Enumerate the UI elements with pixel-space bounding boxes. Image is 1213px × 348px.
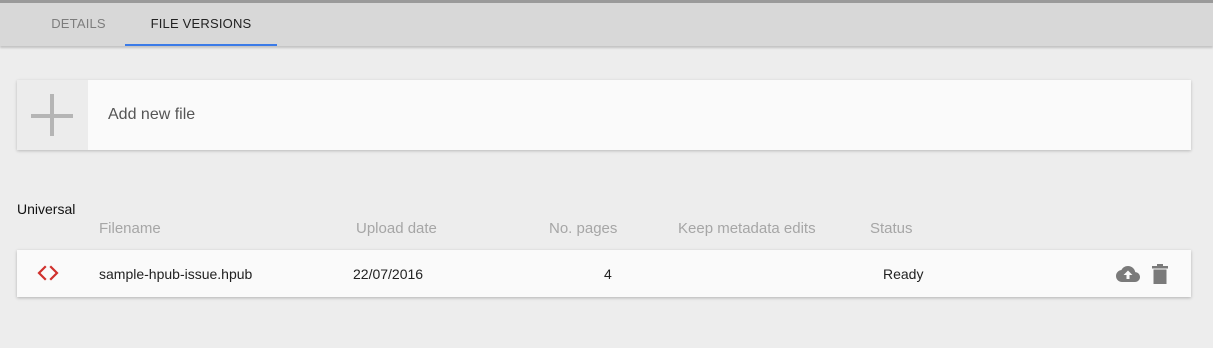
column-header-filename: Filename xyxy=(99,220,161,237)
plus-icon xyxy=(17,80,88,150)
column-header-status: Status xyxy=(870,220,913,237)
column-header-keep-metadata-edits: Keep metadata edits xyxy=(678,220,816,237)
table-row: sample-hpub-issue.hpub 22/07/2016 4 Read… xyxy=(17,250,1191,297)
cloud-upload-icon[interactable] xyxy=(1116,265,1140,283)
tab-file-versions[interactable]: FILE VERSIONS xyxy=(125,3,277,46)
add-new-file-button[interactable]: Add new file xyxy=(17,80,1191,150)
column-header-upload-date: Upload date xyxy=(356,220,437,237)
code-icon xyxy=(37,265,59,281)
trash-icon[interactable] xyxy=(1152,264,1168,284)
tab-bar: DETAILS FILE VERSIONS xyxy=(0,0,1213,46)
status-text: Ready xyxy=(883,266,924,282)
section-title: Universal xyxy=(17,201,76,217)
file-name: sample-hpub-issue.hpub xyxy=(99,266,253,282)
tab-details[interactable]: DETAILS xyxy=(32,3,125,46)
upload-date: 22/07/2016 xyxy=(353,266,424,282)
add-new-file-label: Add new file xyxy=(108,106,196,123)
column-header-no-pages: No. pages xyxy=(549,220,618,237)
page-count: 4 xyxy=(604,266,612,282)
